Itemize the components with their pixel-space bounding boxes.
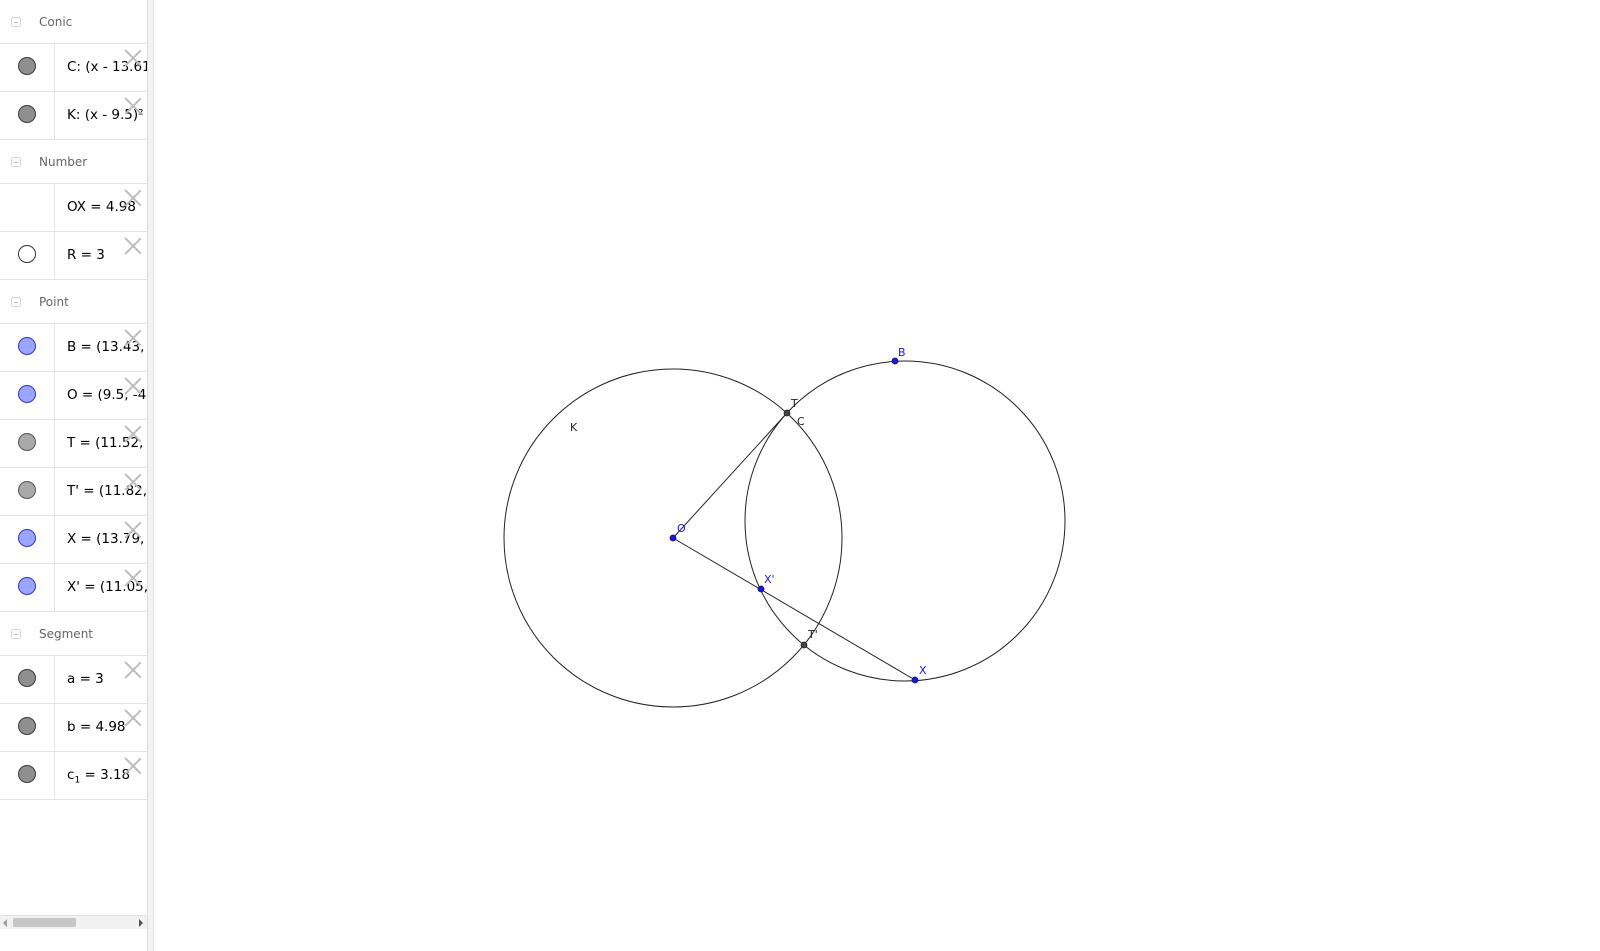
algebra-item-text[interactable]: b = 4.98 [67, 719, 126, 735]
point-t-prime[interactable] [800, 641, 808, 649]
label-t-prime: T' [807, 628, 818, 641]
view-splitter[interactable] [147, 0, 154, 951]
point-o[interactable] [669, 534, 677, 542]
visibility-toggle-icon[interactable] [18, 385, 36, 403]
group-header-segment[interactable]: Segment [0, 612, 147, 656]
visibility-toggle-icon[interactable] [18, 481, 36, 499]
point-x[interactable] [911, 676, 919, 684]
group-header-number[interactable]: Number [0, 140, 147, 184]
marble-cell [0, 564, 55, 611]
collapse-icon[interactable] [11, 157, 21, 167]
delete-icon[interactable] [124, 425, 142, 443]
algebra-item-number-r[interactable]: R = 3 [0, 232, 147, 280]
marble-cell [0, 92, 55, 139]
algebra-item-text[interactable]: R = 3 [67, 247, 105, 263]
visibility-toggle-icon[interactable] [18, 245, 36, 263]
item-value: = 3.18 [80, 767, 131, 783]
scroll-thumb[interactable] [13, 918, 76, 927]
collapse-icon[interactable] [11, 297, 21, 307]
marble-cell [0, 324, 55, 371]
label-o: O [677, 522, 686, 535]
point-t[interactable] [783, 409, 791, 417]
marble-cell [0, 184, 55, 231]
scroll-right-arrow-icon[interactable] [139, 919, 143, 927]
visibility-toggle-icon[interactable] [18, 669, 36, 687]
delete-icon[interactable] [124, 49, 142, 67]
graphics-canvas[interactable]: K C B O T T' X X' [154, 0, 1600, 951]
algebra-item-point-o[interactable]: O = (9.5, -4.6 [0, 372, 147, 420]
collapse-icon[interactable] [11, 17, 21, 27]
collapse-icon[interactable] [11, 629, 21, 639]
algebra-view: Conic C: (x - 13.61)² K: (x - 9.5)² + Nu… [0, 0, 147, 951]
group-header-point[interactable]: Point [0, 280, 147, 324]
group-header-conic[interactable]: Conic [0, 0, 147, 44]
label-x-prime: X' [764, 573, 775, 586]
marble-cell [0, 516, 55, 563]
visibility-toggle-icon[interactable] [18, 105, 36, 123]
segment-b[interactable] [672, 537, 916, 681]
visibility-toggle-icon[interactable] [18, 433, 36, 451]
delete-icon[interactable] [124, 473, 142, 491]
visibility-toggle-icon[interactable] [18, 57, 36, 75]
label-t: T [790, 397, 798, 410]
marble-cell [0, 372, 55, 419]
marble-cell [0, 704, 55, 751]
algebra-item-point-t[interactable]: T = (11.52, -2 [0, 420, 147, 468]
marble-cell [0, 232, 55, 279]
horizontal-scrollbar[interactable] [0, 915, 147, 929]
label-b: B [898, 346, 906, 359]
visibility-toggle-icon[interactable] [18, 529, 36, 547]
algebra-item-conic-c[interactable]: C: (x - 13.61)² [0, 44, 147, 92]
algebra-item-point-t-prime[interactable]: T' = (11.82, - [0, 468, 147, 516]
algebra-item-conic-k[interactable]: K: (x - 9.5)² + [0, 92, 147, 140]
delete-icon[interactable] [124, 569, 142, 587]
segment-a[interactable] [672, 412, 788, 539]
delete-icon[interactable] [124, 237, 142, 255]
algebra-item-text[interactable]: a = 3 [67, 671, 104, 687]
delete-icon[interactable] [124, 329, 142, 347]
group-label: Point [39, 295, 69, 309]
marble-cell [0, 44, 55, 91]
delete-icon[interactable] [124, 189, 142, 207]
group-label: Segment [39, 627, 93, 641]
delete-icon[interactable] [124, 757, 142, 775]
algebra-item-point-b[interactable]: B = (13.43, -1 [0, 324, 147, 372]
algebra-item-segment-c1[interactable]: c1 = 3.18 [0, 752, 147, 800]
label-x: X [919, 664, 927, 677]
delete-icon[interactable] [124, 377, 142, 395]
marble-cell [0, 752, 55, 799]
visibility-toggle-icon[interactable] [18, 577, 36, 595]
delete-icon[interactable] [124, 521, 142, 539]
group-label: Conic [39, 15, 73, 29]
visibility-toggle-icon[interactable] [18, 765, 36, 783]
delete-icon[interactable] [124, 97, 142, 115]
marble-cell [0, 468, 55, 515]
label-k: K [570, 421, 578, 434]
point-x-prime[interactable] [757, 585, 765, 593]
graphics-view[interactable]: K C B O T T' X X' [154, 0, 1600, 951]
algebra-item-text[interactable]: c1 = 3.18 [67, 767, 130, 786]
algebra-item-segment-b[interactable]: b = 4.98 [0, 704, 147, 752]
algebra-item-number-ox[interactable]: OX = 4.98 [0, 184, 147, 232]
visibility-toggle-icon[interactable] [18, 717, 36, 735]
delete-icon[interactable] [124, 661, 142, 679]
marble-cell [0, 420, 55, 467]
algebra-item-point-x-prime[interactable]: X' = (11.05, - [0, 564, 147, 612]
marble-cell [0, 656, 55, 703]
algebra-item-segment-a[interactable]: a = 3 [0, 656, 147, 704]
visibility-toggle-icon[interactable] [18, 337, 36, 355]
delete-icon[interactable] [124, 709, 142, 727]
group-label: Number [39, 155, 88, 169]
label-c: C [797, 415, 805, 428]
algebra-item-point-x[interactable]: X = (13.79, -7 [0, 516, 147, 564]
scroll-left-arrow-icon[interactable] [3, 919, 7, 927]
